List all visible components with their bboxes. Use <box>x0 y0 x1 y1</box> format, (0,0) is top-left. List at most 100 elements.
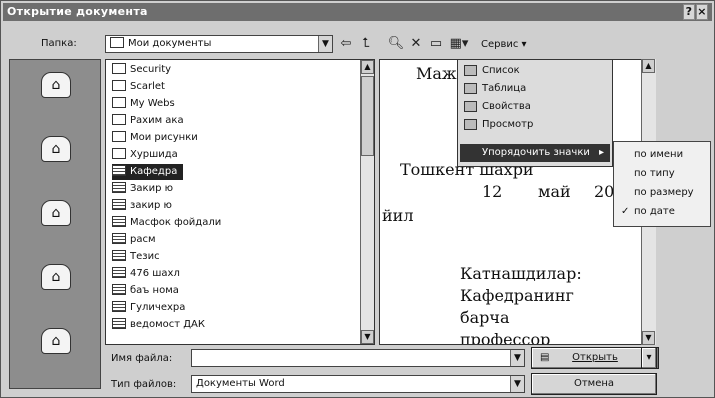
help-button[interactable]: ? <box>683 4 695 20</box>
place-web-folders[interactable]: ⌂ <box>20 322 92 378</box>
list-item[interactable]: Security <box>112 62 171 78</box>
list-item[interactable]: закир ю <box>112 198 172 214</box>
menu-item-list[interactable]: Список <box>460 62 610 80</box>
scroll-down-icon[interactable]: ▼ <box>642 331 655 345</box>
preview-text: 12 <box>482 182 503 201</box>
search-web-icon[interactable]: 🔍︎ <box>387 35 405 53</box>
list-item[interactable]: баъ нома <box>112 283 179 299</box>
places-bar: ⌂ ⌂ ⌂ ⌂ ⌂ <box>9 59 101 389</box>
filetype-label: Тип файлов: <box>111 379 177 390</box>
menu-item-arrange-icons[interactable]: Упорядочить значки ▸ <box>460 144 610 162</box>
history-icon: ⌂ <box>41 72 71 98</box>
filename-input[interactable]: ▼ <box>191 349 525 367</box>
favorites-icon: ⌂ <box>41 264 71 290</box>
cancel-button[interactable]: Отмена <box>531 373 657 395</box>
title-bar: Открытие документа ? × <box>3 3 712 21</box>
word-document-icon <box>112 233 126 244</box>
menu-item-preview[interactable]: Просмотр <box>460 116 610 134</box>
preview-text: профессор <box>460 330 551 345</box>
place-favorites[interactable]: ⌂ <box>20 258 92 314</box>
back-icon[interactable]: ⇦ <box>337 35 355 53</box>
list-item[interactable]: Закир ю <box>112 181 173 197</box>
properties-view-icon <box>464 101 477 112</box>
place-my-documents[interactable]: ⌂ <box>20 130 92 186</box>
word-document-icon <box>112 199 126 210</box>
folder-value: Мои документы <box>128 38 212 49</box>
preview-view-icon <box>464 119 477 130</box>
chevron-down-icon[interactable]: ▼ <box>510 350 524 366</box>
word-document-icon <box>112 301 126 312</box>
folder-icon <box>112 63 126 74</box>
file-list-scrollbar[interactable]: ▲ ▼ <box>360 60 374 344</box>
desktop-icon: ⌂ <box>41 200 71 226</box>
close-button[interactable]: × <box>696 4 708 20</box>
scroll-thumb[interactable] <box>361 76 374 156</box>
list-view-icon <box>464 65 477 76</box>
new-folder-icon[interactable]: ▭ <box>427 35 445 53</box>
folder-icon <box>112 80 126 91</box>
preview-text: Катнашдилар: <box>460 264 582 283</box>
list-item[interactable]: Scarlet <box>112 79 165 95</box>
delete-icon[interactable]: ✕ <box>407 35 425 53</box>
folder-label: Папка: <box>41 38 77 49</box>
word-document-icon <box>112 165 126 176</box>
list-item[interactable]: 476 шахл <box>112 266 180 282</box>
chevron-down-icon[interactable]: ▼ <box>318 36 332 52</box>
arrange-icons-submenu: по имени по типу по размеру ✓ по дате <box>613 141 711 227</box>
list-item[interactable]: Гуличехра <box>112 300 185 316</box>
open-document-dialog: Открытие документа ? × Папка: Мои докумен… <box>0 0 715 398</box>
filetype-select[interactable]: Документы Word ▼ <box>191 375 525 393</box>
word-document-icon <box>112 267 126 278</box>
tools-menu[interactable]: Сервис ▾ <box>481 39 527 50</box>
submenu-item-by-date[interactable]: ✓ по дате <box>616 203 710 220</box>
place-history[interactable]: ⌂ <box>20 66 92 122</box>
list-item[interactable]: Хуршида <box>112 147 178 163</box>
list-item-selected[interactable]: Кафедра <box>112 164 184 180</box>
preview-text: барча <box>460 308 510 327</box>
list-item[interactable]: My Webs <box>112 96 175 112</box>
open-button[interactable]: ▤ Открыть <box>531 347 659 369</box>
folder-icon <box>112 148 126 159</box>
list-item[interactable]: Масфок фойдали <box>112 215 221 231</box>
preview-text: йил <box>382 206 414 225</box>
open-folder-icon: ▤ <box>540 352 550 363</box>
folder-select[interactable]: Мои документы ▼ <box>105 35 333 53</box>
views-icon[interactable]: ▦▾ <box>447 35 471 53</box>
scroll-up-icon[interactable]: ▲ <box>361 60 374 74</box>
submenu-item-by-name[interactable]: по имени <box>616 146 710 163</box>
word-document-icon <box>112 182 126 193</box>
file-list[interactable]: Security Scarlet My Webs Рахим ака Мои р… <box>105 59 375 345</box>
word-document-icon <box>112 216 126 227</box>
submenu-item-by-size[interactable]: по размеру <box>616 184 710 201</box>
list-item[interactable]: расм <box>112 232 156 248</box>
folder-icon <box>112 97 126 108</box>
menu-item-details[interactable]: Таблица <box>460 80 610 98</box>
place-desktop[interactable]: ⌂ <box>20 194 92 250</box>
preview-text: май <box>538 182 571 201</box>
open-options-chevron-icon[interactable]: ▾ <box>641 347 657 369</box>
dialog-title: Открытие документа <box>7 5 148 18</box>
preview-text: Маж <box>416 64 457 83</box>
scroll-up-icon[interactable]: ▲ <box>642 59 655 73</box>
list-item[interactable]: Рахим ака <box>112 113 184 129</box>
scroll-down-icon[interactable]: ▼ <box>361 330 374 344</box>
menu-item-properties[interactable]: Свойства <box>460 98 610 116</box>
list-item[interactable]: Мои рисунки <box>112 130 198 146</box>
submenu-arrow-icon: ▸ <box>598 147 604 158</box>
preview-text: Кафедранинг <box>460 286 574 305</box>
submenu-item-by-type[interactable]: по типу <box>616 165 710 182</box>
word-document-icon <box>112 284 126 295</box>
my-documents-icon: ⌂ <box>41 136 71 162</box>
filename-label: Имя файла: <box>111 353 173 364</box>
details-view-icon <box>464 83 477 94</box>
views-menu: Список Таблица Свойства Просмотр Упорядо… <box>457 59 613 167</box>
up-folder-icon[interactable]: ⮤ <box>357 35 375 53</box>
list-item[interactable]: Тезис <box>112 249 160 265</box>
folder-icon <box>112 131 126 142</box>
word-document-icon <box>112 250 126 261</box>
checkmark-icon: ✓ <box>621 206 630 217</box>
chevron-down-icon[interactable]: ▼ <box>510 376 524 392</box>
folder-icon <box>112 114 126 125</box>
preview-text: 20 <box>594 182 615 201</box>
list-item[interactable]: ведомост ДАК <box>112 317 205 333</box>
